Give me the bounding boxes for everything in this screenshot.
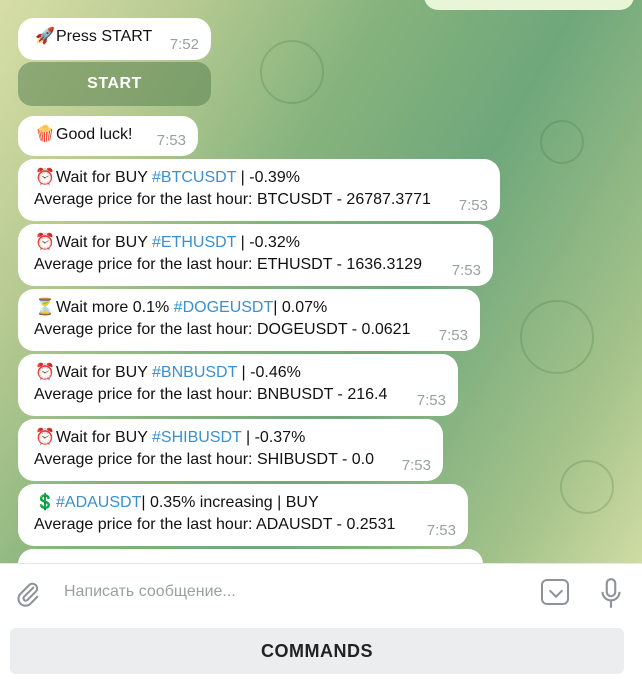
message-bubble: ⏰Wait for BUY #BNBUSDT | -0.46% Average … [18,354,458,416]
message-input[interactable]: Написать сообщение... [64,583,236,601]
hashtag-link[interactable]: #BNBUSDT [152,364,237,381]
background-doodle [520,300,594,374]
message-text: Good luck! [56,126,133,143]
rocket-icon: 🚀 [35,28,55,45]
hourglass-icon: ⏳ [35,299,55,316]
message-line2: Average price for the last hour: DOGEUSD… [34,321,411,338]
alarm-clock-icon: ⏰ [35,429,55,446]
message-time: 7:53 [458,197,488,214]
background-doodle [540,120,584,164]
message-bubble: ⏰Wait for BUY #ETHUSDT | -0.32% Average … [18,224,493,286]
message-text: Press START [56,28,153,45]
previous-outgoing-message [424,0,634,10]
start-button[interactable]: START [18,62,211,106]
message-line2: Average price for the last hour: ADAUSDT… [34,516,396,533]
background-doodle [560,460,614,514]
hashtag-link[interactable]: #DOGEUSDT [174,299,274,316]
dollar-sign-icon: 💲 [35,494,55,511]
message-bubble: ⏳Wait more 0.1% #DOGEUSDT| 0.07% Average… [18,289,480,351]
chat-area: 🚀Press START 7:52 START 🍿Good luck! 7:53… [0,0,642,563]
reply-keyboard: COMMANDS [0,623,642,679]
message-prefix: Wait more 0.1% [56,299,174,316]
message-suffix: | -0.46% [237,364,301,381]
keyboard-toggle-icon[interactable] [541,579,569,605]
message-line2: Average price for the last hour: SHIBUSD… [34,451,375,468]
background-doodle [260,40,324,104]
hashtag-link[interactable]: #BTCUSDT [152,169,236,186]
message-prefix: Wait for BUY [56,234,153,251]
commands-button[interactable]: COMMANDS [10,628,624,674]
message-time: 7:52 [169,36,199,53]
hashtag-link[interactable]: #SHIBUSDT [152,429,242,446]
message-line2: Average price for the last hour: ETHUSDT… [34,256,423,273]
message-prefix: Wait for BUY [56,169,153,186]
message-time: 7:53 [401,457,431,474]
message-suffix: | -0.32% [236,234,300,251]
message-prefix: Wait for BUY [56,364,153,381]
message-bubble: 💲#ADAUSDT| 0.35% increasing | BUY Averag… [18,484,468,546]
message-suffix: | 0.07% [273,299,328,316]
message-suffix: | -0.37% [241,429,306,446]
popcorn-icon: 🍿 [35,126,55,143]
alarm-clock-icon: ⏰ [35,364,55,381]
message-prefix: Wait for BUY [56,429,153,446]
microphone-icon[interactable] [598,577,624,611]
message-bubble: ⏰Wait for BUY #BTCUSDT | -0.39% Average … [18,159,500,221]
hashtag-link[interactable]: #ADAUSDT [56,494,141,511]
paperclip-icon[interactable] [14,580,42,608]
message-bubble: 🚀Press START 7:52 [18,18,211,60]
message-time: 7:53 [426,522,456,539]
message-bubble-partial [18,549,483,563]
message-time: 7:53 [451,262,481,279]
message-time: 7:53 [156,132,186,149]
message-bubble: 🍿Good luck! 7:53 [18,116,198,156]
alarm-clock-icon: ⏰ [35,169,55,186]
message-line2: Average price for the last hour: BNBUSDT… [34,386,388,403]
message-input-bar: Написать сообщение... [0,563,642,624]
alarm-clock-icon: ⏰ [35,234,55,251]
message-time: 7:53 [416,392,446,409]
message-suffix: | 0.35% increasing | BUY [141,494,319,511]
message-suffix: | -0.39% [236,169,300,186]
hashtag-link[interactable]: #ETHUSDT [152,234,236,251]
message-line2: Average price for the last hour: BTCUSDT… [34,191,431,208]
message-bubble: ⏰Wait for BUY #SHIBUSDT | -0.37% Average… [18,419,443,481]
message-time: 7:53 [438,327,468,344]
